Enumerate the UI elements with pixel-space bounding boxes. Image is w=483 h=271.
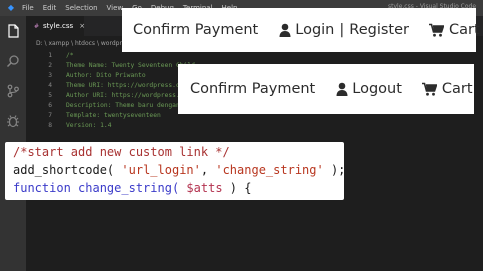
code-variable: $atts (186, 181, 223, 195)
cart-icon (428, 23, 444, 37)
cart-icon (421, 82, 437, 96)
menu-file[interactable]: File (22, 4, 34, 12)
code-keyword: function (13, 181, 71, 195)
line-number: 4 (48, 82, 52, 89)
line-text: Author: Dito Priwanto (66, 72, 146, 79)
login-link[interactable]: Login (279, 22, 334, 38)
code-punctuation: ); (330, 163, 346, 177)
debug-icon[interactable] (6, 114, 20, 128)
line-text: Theme Name: Twenty Seventeen Child (66, 62, 195, 69)
tab-label: style.css (43, 22, 74, 30)
cart-label: Cart (441, 81, 473, 97)
line-number: 8 (48, 122, 52, 129)
menu-view[interactable]: View (107, 4, 124, 12)
line-number: 5 (48, 92, 52, 99)
code-function-name: change_string( (78, 181, 180, 195)
line-number: 7 (48, 112, 52, 119)
line-text: Template: twentyseventeen (66, 112, 161, 119)
code-punctuation: ) { (229, 181, 252, 195)
navbar-logged-out: Confirm Payment Login | Register Cart (122, 8, 480, 52)
menu-edit[interactable]: Edit (43, 4, 57, 12)
cart-label: Cart (448, 22, 480, 38)
php-code-snippet: /*start add new custom link */ add_short… (5, 142, 345, 200)
code-line: /*start add new custom link */ (13, 145, 230, 163)
confirm-payment-link[interactable]: Confirm Payment (133, 22, 258, 38)
code-punctuation: , (200, 163, 209, 177)
source-control-icon[interactable] (6, 84, 20, 98)
login-label: Login (295, 22, 335, 38)
code-string: 'url_login' (121, 163, 201, 177)
line-text: /* (66, 52, 74, 59)
register-link[interactable]: Register (349, 22, 409, 38)
logout-link[interactable]: Logout (336, 81, 402, 97)
code-line: function change_string( $atts ) { (13, 181, 251, 199)
confirm-payment-link[interactable]: Confirm Payment (190, 81, 315, 97)
logout-label: Logout (352, 81, 402, 97)
line-text: Version: 1.4 (66, 122, 112, 129)
line-text: Author URI: https://wordpress.org/ (66, 92, 195, 99)
vscode-logo-icon: ◆ (7, 3, 15, 12)
css-file-icon: # (34, 22, 40, 30)
code-line: add_shortcode( 'url_login', 'change_stri… (13, 163, 345, 181)
tab-style-css[interactable]: # style.css × (26, 16, 85, 36)
navbar-logged-in: Confirm Payment Logout Cart (178, 64, 474, 114)
cart-link[interactable]: Cart (421, 81, 473, 97)
line-number: 3 (48, 72, 52, 79)
search-icon[interactable] (6, 54, 20, 68)
user-icon (279, 23, 291, 37)
menu-selection[interactable]: Selection (65, 4, 97, 12)
code-comment: /*start add new custom link */ (13, 145, 230, 159)
user-icon (336, 82, 348, 96)
code-string: 'change_string' (215, 163, 324, 177)
login-register-separator: | (339, 22, 345, 38)
cart-link[interactable]: Cart (428, 22, 480, 38)
line-number: 1 (48, 52, 52, 59)
line-number: 6 (48, 102, 52, 109)
line-number: 2 (48, 62, 52, 69)
files-icon[interactable] (6, 24, 20, 38)
close-icon[interactable]: × (79, 22, 85, 30)
code-function-call: add_shortcode( (13, 163, 115, 177)
